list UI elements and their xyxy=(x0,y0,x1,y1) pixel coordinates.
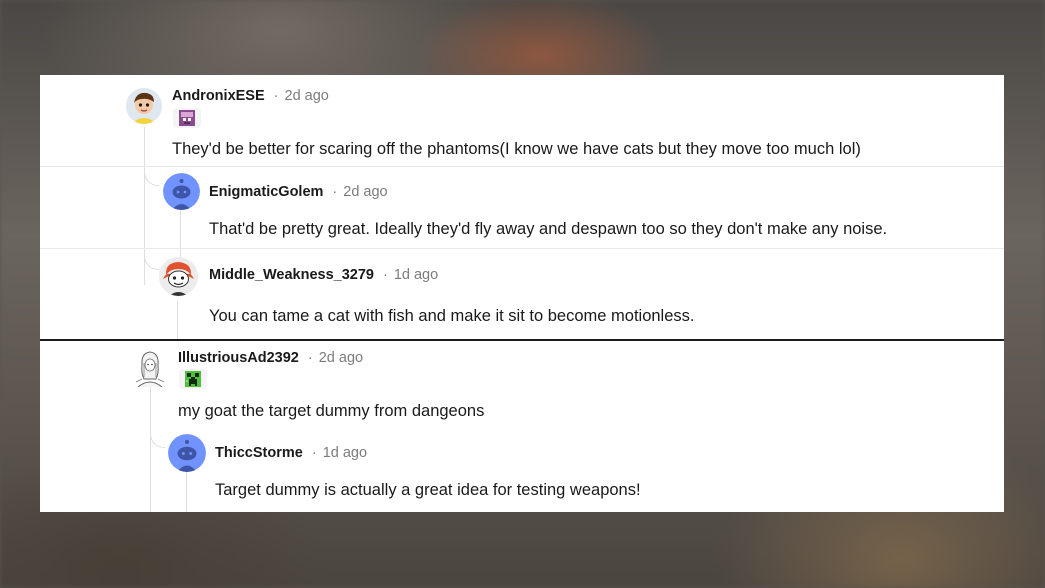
separator-dot: · xyxy=(382,267,388,283)
comment-meta: ThiccStorme · 1d ago xyxy=(215,445,367,461)
default-snoo-avatar[interactable] xyxy=(168,434,206,472)
username-link[interactable]: Middle_Weakness_3279 xyxy=(209,267,374,283)
comment-thread-panel: AndronixESE · 2d ago They'd be better for … xyxy=(40,75,1004,512)
separator-dot: · xyxy=(307,350,313,366)
comment-body: Target dummy is actually a great idea fo… xyxy=(215,481,641,499)
username-link[interactable]: AndronixESE xyxy=(172,88,265,104)
timestamp[interactable]: 2d ago xyxy=(285,88,329,104)
timestamp[interactable]: 2d ago xyxy=(343,184,387,200)
comment-body: my goat the target dummy from dangeons xyxy=(178,402,485,420)
comment-meta: AndronixESE · 2d ago xyxy=(172,88,329,104)
username-link[interactable]: EnigmaticGolem xyxy=(209,184,323,200)
comment-meta: Middle_Weakness_3279 · 1d ago xyxy=(209,267,438,283)
comment-body: They'd be better for scaring off the pha… xyxy=(172,140,861,158)
timestamp[interactable]: 1d ago xyxy=(323,445,367,461)
row-separator xyxy=(40,166,1004,167)
timestamp[interactable]: 2d ago xyxy=(319,350,363,366)
row-separator xyxy=(40,248,1004,249)
redhead-snoo-avatar[interactable] xyxy=(159,257,198,296)
thread-line xyxy=(186,472,187,512)
comment-meta: EnigmaticGolem · 2d ago xyxy=(209,184,388,200)
username-link[interactable]: ThiccStorme xyxy=(215,445,303,461)
comment-meta: IllustriousAd2392 · 2d ago xyxy=(178,350,363,366)
default-snoo-avatar[interactable] xyxy=(163,173,200,210)
separator-dot: · xyxy=(332,184,338,200)
comment-body: That'd be pretty great. Ideally they'd f… xyxy=(209,220,888,238)
thread-divider xyxy=(40,339,1004,341)
timestamp[interactable]: 1d ago xyxy=(394,267,438,283)
creeper-flair xyxy=(179,369,207,389)
thread-branch xyxy=(150,431,165,448)
thread-line xyxy=(177,301,178,341)
thread-branch xyxy=(144,253,159,270)
comment-body: You can tame a cat with fish and make it… xyxy=(209,307,695,325)
pink-block-flair xyxy=(173,108,201,128)
cartoon-boy-avatar[interactable] xyxy=(126,88,162,124)
thread-branch xyxy=(144,169,159,186)
separator-dot: · xyxy=(273,88,279,104)
separator-dot: · xyxy=(311,445,317,461)
thread-line xyxy=(150,387,151,512)
sketch-character-avatar[interactable] xyxy=(132,349,168,387)
username-link[interactable]: IllustriousAd2392 xyxy=(178,350,299,366)
